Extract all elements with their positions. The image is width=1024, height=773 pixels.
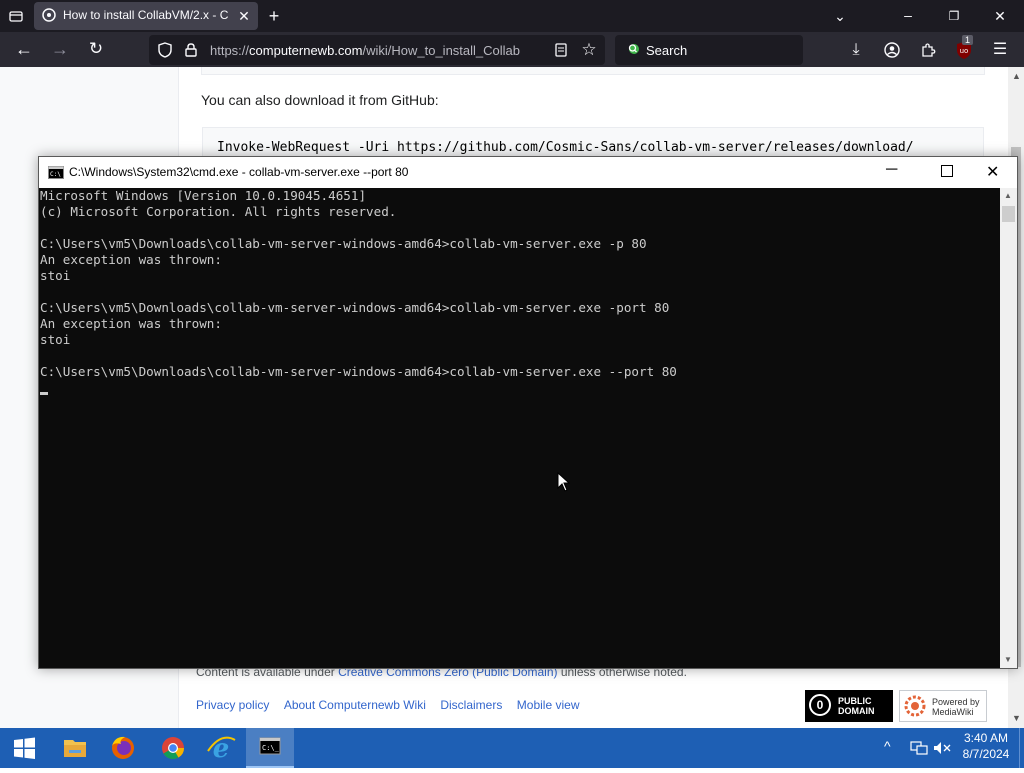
paragraph-text: You can also download it from GitHub: [201,92,439,108]
footer-link-privacy[interactable]: Privacy policy [196,698,269,712]
url-bar[interactable]: https://computernewb.com/wiki/How_to_ins… [149,35,605,65]
code-block-above [201,67,985,75]
console-line: (c) Microsoft Corporation. All rights re… [40,204,397,219]
footer-link-mobile[interactable]: Mobile view [517,698,580,712]
search-icon [623,39,645,61]
clock-time: 3:40 AM [963,731,1009,745]
cmd-minimize-icon[interactable]: ─ [886,161,897,179]
console-line: An exception was thrown: [40,316,222,331]
volume-muted-icon[interactable] [932,740,952,756]
console-line: C:\Users\vm5\Downloads\collab-vm-server-… [40,236,647,251]
scroll-down-arrow-icon[interactable]: ▼ [1012,713,1021,723]
cmd-scrollbar[interactable]: ▲ ▼ [1000,188,1017,668]
cmd-app-icon: C:\ [48,166,64,179]
site-favicon-icon [42,8,56,22]
extension-badge: 1 [962,35,974,45]
cmd-scrollbar-thumb[interactable] [1002,206,1015,222]
console-line: stoi [40,268,71,283]
mouse-pointer-icon [557,471,571,492]
console-line: C:\Users\vm5\Downloads\collab-vm-server-… [40,364,677,379]
menu-hamburger-icon[interactable]: ☰ [989,39,1011,61]
search-placeholder: Search [646,43,688,58]
tab-active[interactable]: How to install CollabVM/2.x - C ✕ [34,2,258,30]
cmd-window[interactable]: C:\ C:\Windows\System32\cmd.exe - collab… [38,156,1018,669]
svg-text:C:\_: C:\_ [262,744,280,752]
clock[interactable]: 3:40 AM 8/7/2024 [955,731,1017,761]
new-tab-icon[interactable]: + [263,5,285,27]
chrome-icon[interactable] [149,728,197,768]
close-window-icon[interactable]: ✕ [989,5,1011,27]
restore-icon[interactable]: ❐ [943,5,965,27]
file-explorer-icon[interactable] [51,728,99,768]
footer-link-about[interactable]: About Computernewb Wiki [284,698,426,712]
back-arrow-icon[interactable]: ← [13,38,35,60]
svg-text:C:\: C:\ [50,171,61,178]
public-domain-label: PUBLIC DOMAIN [838,696,875,716]
cmd-maximize-icon[interactable] [941,165,953,177]
console-line: stoi [40,332,71,347]
clock-date: 8/7/2024 [962,747,1010,761]
reader-view-icon[interactable] [550,39,572,61]
close-tab-icon[interactable]: ✕ [233,5,255,27]
extensions-icon[interactable] [917,39,939,61]
public-domain-badge[interactable]: 0 PUBLIC DOMAIN [805,690,893,722]
cmd-title: C:\Windows\System32\cmd.exe - collab-vm-… [69,165,409,179]
cmd-scroll-up-icon[interactable]: ▲ [1004,191,1012,200]
mediawiki-badge[interactable]: Powered by MediaWiki [899,690,987,722]
url-text[interactable]: https://computernewb.com/wiki/How_to_ins… [210,43,540,58]
code-text: Invoke-WebRequest -Uri https://github.co… [217,140,914,155]
account-icon[interactable] [881,39,903,61]
windows-start-icon[interactable] [0,728,48,768]
mediawiki-logo-icon [904,695,926,717]
bookmark-star-icon[interactable]: ☆ [578,39,600,61]
cmd-scroll-down-icon[interactable]: ▼ [1004,655,1012,664]
show-hidden-icons-icon[interactable]: ^ [884,738,891,754]
lock-icon[interactable] [180,39,202,61]
browser-tab-bar: How to install CollabVM/2.x - C ✕ + ⌄ – … [0,0,1024,32]
show-desktop-button[interactable] [1019,728,1024,768]
search-bar[interactable]: Search [615,35,803,65]
console-cursor [40,392,48,395]
console-line: Microsoft Windows [Version 10.0.19045.46… [40,188,367,203]
download-icon[interactable]: ⤓ [845,39,867,61]
svg-text:uo: uo [960,47,969,55]
tab-title: How to install CollabVM/2.x - C [63,8,228,22]
cmd-taskbar-icon[interactable]: C:\_ [246,728,294,768]
internet-explorer-icon[interactable]: e [197,728,245,768]
shield-icon[interactable] [154,39,176,61]
console-line: C:\Users\vm5\Downloads\collab-vm-server-… [40,300,670,315]
network-icon[interactable] [909,740,929,756]
cmd-title-bar[interactable]: C:\ C:\Windows\System32\cmd.exe - collab… [39,157,1017,188]
taskbar: e C:\_ ^ 3:40 AM 8/7/2024 [0,728,1024,768]
console-line: An exception was thrown: [40,252,222,267]
forward-arrow-icon[interactable]: → [49,38,71,60]
ublock-origin-icon[interactable]: uo 1 [955,35,974,60]
footer-link-disclaimers[interactable]: Disclaimers [440,698,502,712]
minimize-icon[interactable]: – [897,4,919,26]
console-output[interactable]: Microsoft Windows [Version 10.0.19045.46… [39,188,1000,668]
list-all-tabs-icon[interactable] [5,5,27,27]
cmd-close-icon[interactable]: ✕ [986,162,999,182]
console-lines: Microsoft Windows [Version 10.0.19045.46… [40,188,677,380]
reload-icon[interactable]: ↻ [85,38,107,60]
chevron-down-icon[interactable]: ⌄ [829,5,851,27]
cc-zero-icon: 0 [809,694,831,716]
mediawiki-label: Powered by MediaWiki [932,697,980,717]
footer-links: Privacy policy About Computernewb Wiki D… [196,696,580,714]
scroll-up-arrow-icon[interactable]: ▲ [1012,71,1021,81]
firefox-icon[interactable] [99,728,147,768]
